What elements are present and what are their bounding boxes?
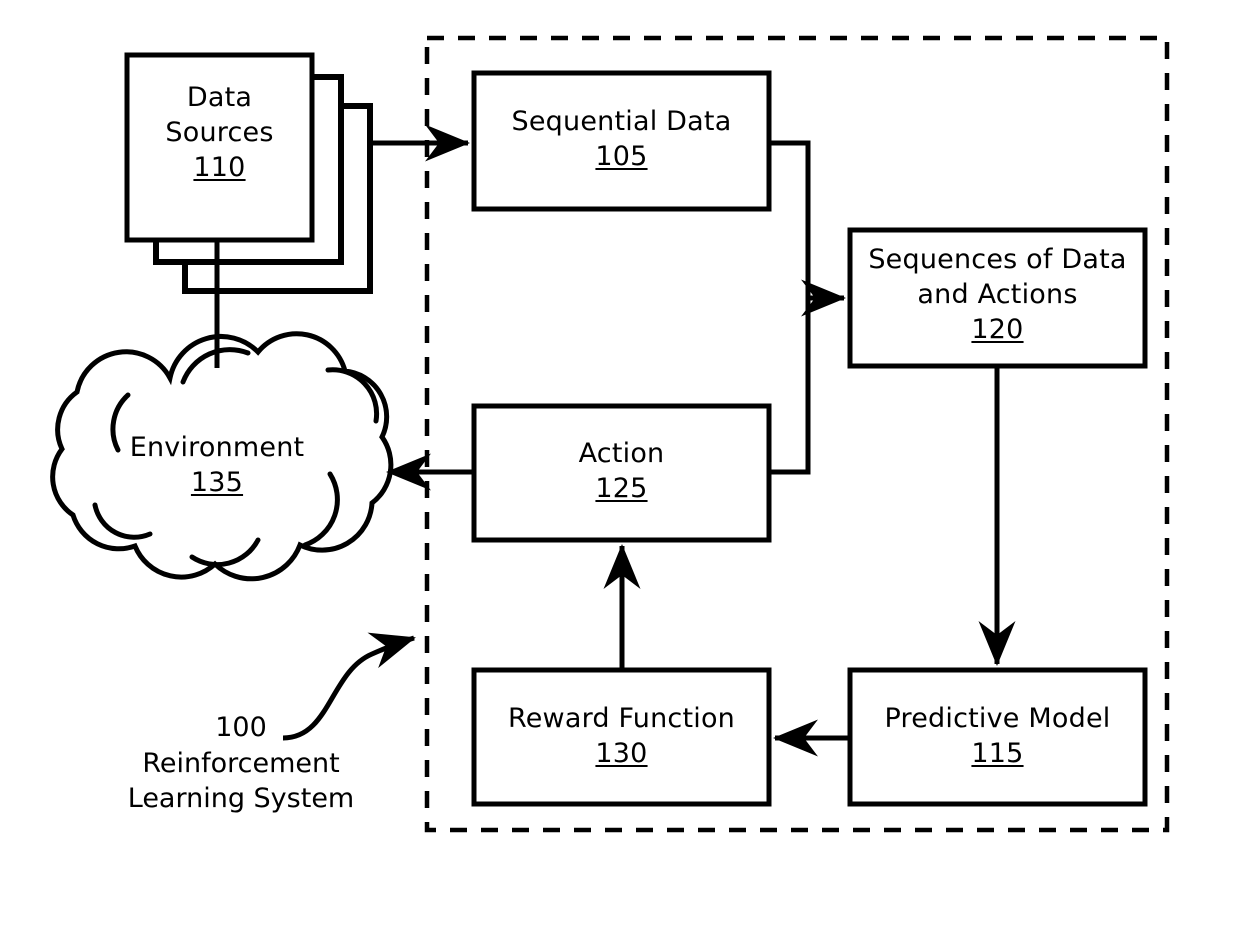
figure-caption-number: 100 (215, 712, 267, 743)
figure-caption-line1: Reinforcement (142, 747, 340, 779)
reward-function-box[interactable] (471, 667, 772, 807)
figure-caption-line2: Learning System (127, 783, 355, 815)
sequences-box[interactable] (847, 227, 1148, 369)
figure-caption: 100 Reinforcement Learning System (96, 710, 386, 817)
sequential-data-box[interactable] (471, 70, 772, 212)
action-box[interactable] (471, 403, 772, 543)
connector-sequential-data-trunk (769, 140, 811, 475)
predictive-model-box[interactable] (847, 667, 1148, 807)
data-sources-box[interactable] (124, 52, 315, 243)
figure-canvas: Data Sources 110 Sequential Data 105 Seq… (0, 0, 1240, 929)
